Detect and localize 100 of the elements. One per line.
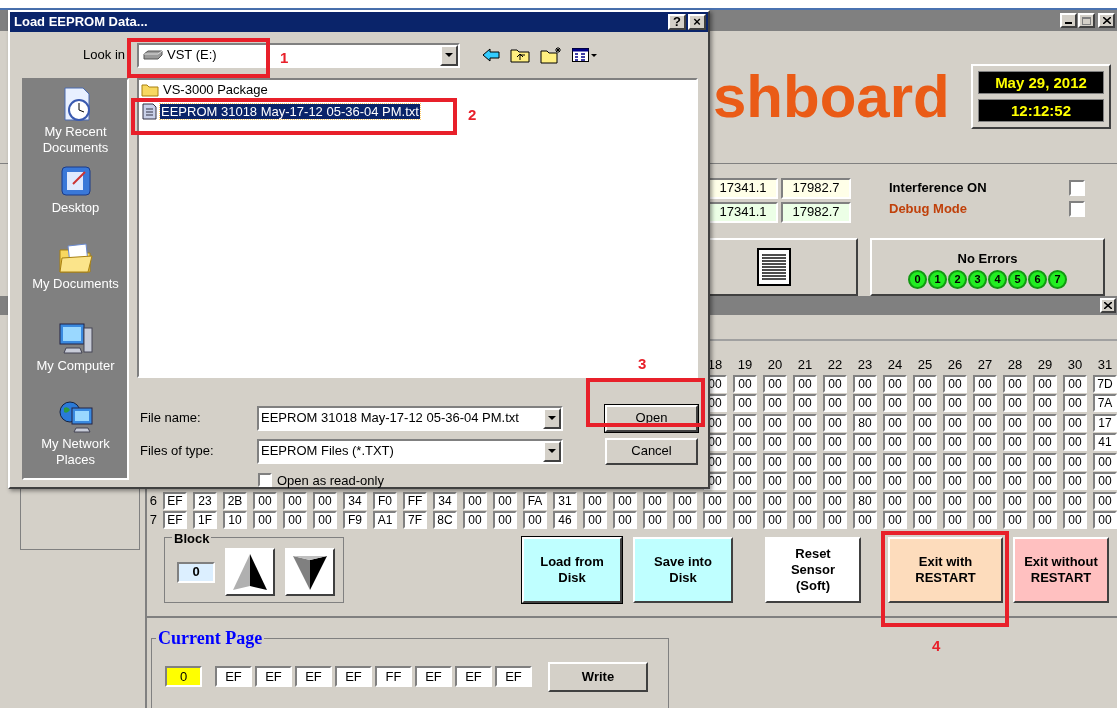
checkbox[interactable] [1069,179,1085,196]
byte-field[interactable]: 00 [823,394,847,412]
byte-field[interactable]: 00 [253,511,277,529]
cancel-button[interactable]: Cancel [605,437,698,465]
byte-field[interactable]: 00 [733,394,757,412]
byte-field[interactable]: 23 [193,491,217,510]
up-button[interactable] [225,548,275,596]
byte-field[interactable]: 00 [733,472,757,490]
action-button[interactable]: Exit without RESTART [1013,537,1109,603]
byte-field[interactable]: 00 [793,452,817,471]
byte-field[interactable]: 00 [853,394,877,412]
byte-field[interactable]: 00 [943,491,967,510]
byte-field[interactable]: FF [403,491,427,510]
byte-field[interactable]: 00 [943,472,967,490]
byte-field[interactable]: 00 [613,491,637,510]
byte-field[interactable]: 00 [763,511,787,529]
byte-field[interactable]: 00 [1033,394,1057,412]
byte-field[interactable]: FF [375,666,412,687]
places-item[interactable]: My Computer [25,319,126,398]
byte-field[interactable]: 00 [1003,452,1027,471]
byte-field[interactable]: F0 [373,491,397,510]
byte-field[interactable]: 00 [733,374,757,393]
write-button[interactable]: Write [548,661,648,692]
byte-field[interactable]: 00 [823,472,847,490]
byte-field[interactable]: FA [523,491,547,510]
file-item[interactable]: VS-3000 Package [162,82,269,97]
byte-field[interactable]: 7F [403,511,427,529]
byte-field[interactable]: 7D [1093,374,1117,393]
byte-field[interactable]: 00 [733,433,757,451]
byte-field[interactable]: 00 [823,491,847,510]
byte-field[interactable]: 00 [763,472,787,490]
byte-field[interactable]: 00 [793,394,817,412]
byte-field[interactable]: 00 [463,511,487,529]
byte-field[interactable]: 00 [1093,472,1117,490]
byte-field[interactable]: 00 [913,394,937,412]
byte-field[interactable]: 00 [1093,511,1117,529]
places-item[interactable]: My Recent Documents [25,85,126,164]
byte-field[interactable]: 00 [973,511,997,529]
byte-field[interactable]: 00 [1093,491,1117,510]
byte-field[interactable]: 00 [823,452,847,471]
byte-field[interactable]: 00 [1063,511,1087,529]
byte-field[interactable]: 00 [583,491,607,510]
byte-field[interactable]: 00 [883,511,907,529]
byte-field[interactable]: 00 [1003,374,1027,393]
byte-field[interactable]: EF [415,666,452,687]
places-item[interactable]: Desktop [25,163,126,242]
byte-field[interactable]: 2B [223,491,247,510]
places-item[interactable]: My Network Places [25,397,126,476]
places-item[interactable]: My Documents [25,241,126,320]
byte-field[interactable]: 00 [763,394,787,412]
byte-field[interactable]: 00 [943,511,967,529]
byte-field[interactable]: 00 [793,491,817,510]
checkbox[interactable] [1069,200,1085,217]
byte-field[interactable]: 00 [763,491,787,510]
byte-field[interactable]: 00 [583,511,607,529]
byte-field[interactable]: 00 [1033,433,1057,451]
down-button[interactable] [285,548,335,596]
byte-field[interactable]: 00 [763,433,787,451]
byte-field[interactable]: 80 [853,491,877,510]
byte-field[interactable]: 00 [793,413,817,432]
maximize-button[interactable] [1078,13,1095,28]
byte-field[interactable]: EF [455,666,492,687]
byte-field[interactable]: 00 [523,511,547,529]
byte-field[interactable]: 17 [1093,413,1117,432]
file-item[interactable]: EEPROM 31018 May-17-12 05-36-04 PM.txt [160,104,420,119]
byte-field[interactable]: 00 [883,394,907,412]
help-button[interactable]: ? [668,13,686,30]
byte-field[interactable]: 00 [1003,511,1027,529]
file-type-dropdown[interactable]: EEPROM Files (*.TXT) [257,438,563,464]
close-button[interactable] [1098,13,1115,28]
byte-field[interactable]: 00 [733,413,757,432]
byte-field[interactable]: 00 [853,374,877,393]
byte-field[interactable]: 00 [973,491,997,510]
byte-field[interactable]: 00 [493,491,517,510]
byte-field[interactable]: 00 [1063,413,1087,432]
byte-field[interactable]: EF [335,666,372,687]
byte-field[interactable]: 41 [1093,433,1117,451]
byte-field[interactable]: EF [163,491,187,510]
byte-field[interactable]: 00 [823,511,847,529]
byte-field[interactable]: 00 [1003,472,1027,490]
up-folder-button[interactable] [510,47,530,63]
byte-field[interactable]: 00 [913,413,937,432]
byte-field[interactable]: 00 [733,511,757,529]
byte-field[interactable]: 00 [793,433,817,451]
byte-field[interactable]: 80 [853,413,877,432]
byte-field[interactable]: 00 [913,491,937,510]
byte-field[interactable]: 00 [1003,433,1027,451]
byte-field[interactable]: EF [495,666,532,687]
byte-field[interactable]: 46 [553,511,577,529]
byte-field[interactable]: 00 [253,491,277,510]
byte-field[interactable]: 00 [1003,413,1027,432]
byte-field[interactable]: 00 [733,452,757,471]
byte-field[interactable]: EF [295,666,332,687]
byte-field[interactable]: 00 [313,511,337,529]
page-field[interactable]: 0 [165,666,202,687]
action-button[interactable]: Reset Sensor (Soft) [765,537,861,603]
byte-field[interactable]: 00 [703,511,727,529]
byte-field[interactable]: 00 [973,394,997,412]
back-button[interactable] [482,48,500,62]
byte-field[interactable]: 00 [733,491,757,510]
